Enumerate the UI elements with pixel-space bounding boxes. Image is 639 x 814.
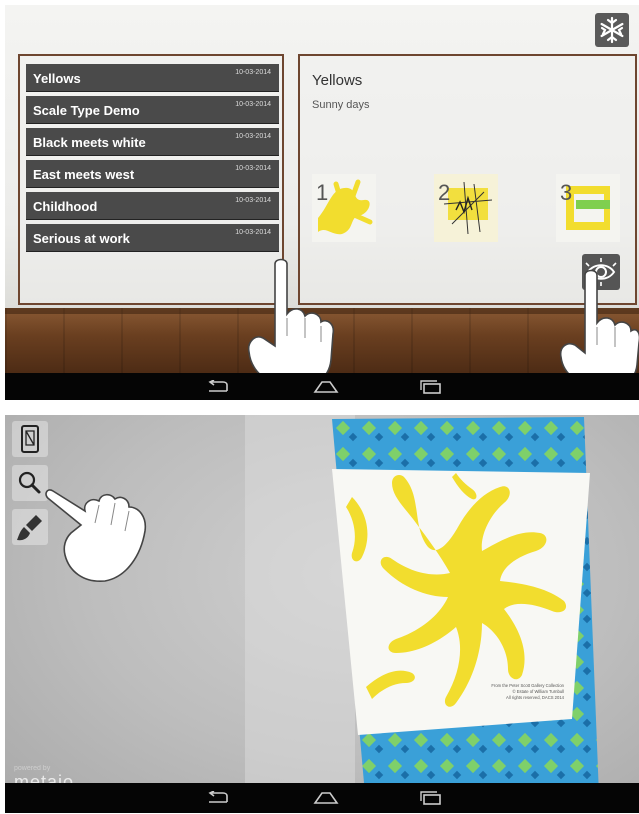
- list-item-date: 10-03-2014: [235, 101, 271, 108]
- art-caption-line: All rights reserved, DACS 2014: [506, 695, 565, 700]
- list-item-date: 10-03-2014: [235, 133, 271, 140]
- list-item-date: 10-03-2014: [235, 69, 271, 76]
- art-caption-line: From the Peter Scott Gallery Collection: [491, 683, 564, 688]
- list-item[interactable]: Yellows 10-03-2014: [26, 64, 279, 92]
- art-caption-line: © Estate of William Turnbull: [513, 689, 565, 694]
- phone-frame-icon: [21, 425, 39, 453]
- list-item-date: 10-03-2014: [235, 197, 271, 204]
- list-item-date: 10-03-2014: [235, 229, 271, 236]
- thumbnail-number: 3: [560, 180, 573, 205]
- recents-icon[interactable]: [419, 791, 443, 805]
- ar-camera-screen: From the Peter Scott Gallery Collection …: [5, 415, 639, 813]
- artwork-thumbnail[interactable]: 2: [434, 174, 498, 242]
- list-item[interactable]: Serious at work 10-03-2014: [26, 224, 279, 252]
- pointing-hand-icon: [45, 489, 147, 582]
- home-icon[interactable]: [313, 380, 339, 394]
- snowflake-button[interactable]: [595, 13, 629, 47]
- list-item-title: Scale Type Demo: [33, 103, 140, 118]
- watermark-powered-by: powered by: [14, 765, 51, 772]
- list-item[interactable]: Black meets white 10-03-2014: [26, 128, 279, 156]
- thumbnail-number: 2: [438, 180, 451, 205]
- list-item[interactable]: Scale Type Demo 10-03-2014: [26, 96, 279, 124]
- recents-icon[interactable]: [419, 379, 443, 394]
- home-icon[interactable]: [313, 791, 339, 805]
- back-icon[interactable]: [205, 791, 231, 805]
- artwork-thumbnail[interactable]: 1: [312, 174, 376, 242]
- list-item-title: Yellows: [33, 71, 81, 86]
- back-icon[interactable]: [205, 379, 231, 394]
- artwork-thumbnail[interactable]: 3: [556, 174, 620, 242]
- system-navbar: [5, 783, 639, 813]
- artwork-print: From the Peter Scott Gallery Collection …: [332, 417, 599, 795]
- list-item[interactable]: Childhood 10-03-2014: [26, 192, 279, 220]
- device-frame-button[interactable]: [12, 421, 48, 457]
- list-item-date: 10-03-2014: [235, 165, 271, 172]
- snowflake-icon: [600, 16, 624, 44]
- thumbnail-number: 1: [316, 180, 329, 205]
- list-item[interactable]: East meets west 10-03-2014: [26, 160, 279, 188]
- detail-title: Yellows: [312, 72, 363, 89]
- list-item-title: Serious at work: [33, 231, 130, 246]
- system-navbar: [5, 373, 639, 400]
- pointing-hand-icon: [247, 258, 335, 389]
- list-item-title: East meets west: [33, 167, 135, 182]
- collection-browser-screen: Yellows 10-03-2014 Scale Type Demo 10-03…: [5, 5, 639, 400]
- list-item-title: Black meets white: [33, 135, 146, 150]
- detail-subtitle: Sunny days: [312, 99, 370, 111]
- list-item-title: Childhood: [33, 199, 98, 214]
